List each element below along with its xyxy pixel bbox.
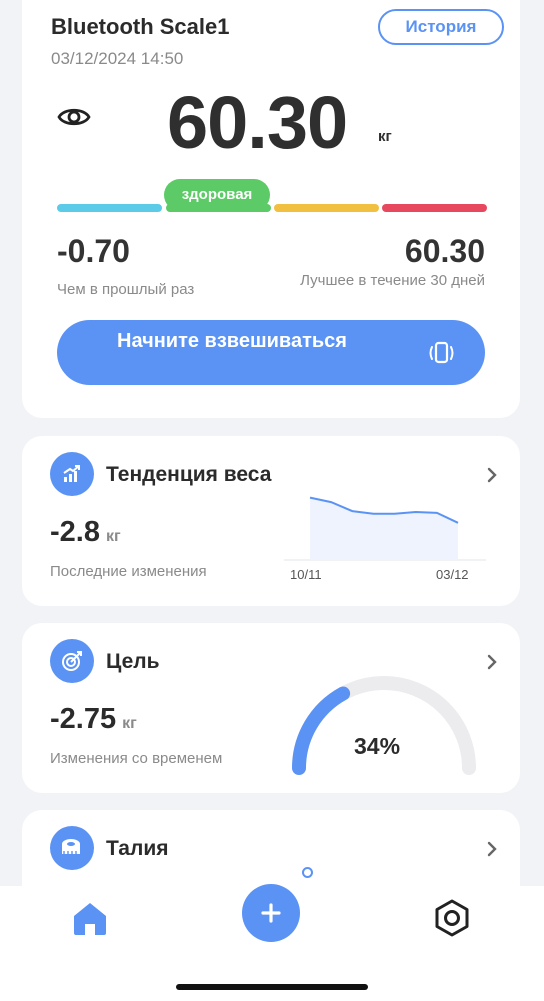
- best-value: 60.30: [404, 233, 485, 269]
- trend-x-end: 03/12: [436, 567, 469, 582]
- goal-title: Цель: [106, 650, 160, 673]
- weight-value: 60.30: [167, 81, 348, 164]
- goal-progress-gauge: [292, 676, 476, 775]
- device-name: Bluetooth Scale1: [51, 14, 230, 39]
- trend-x-start: 10/11: [290, 567, 322, 582]
- trend-value-unit: кг: [105, 528, 121, 545]
- settings-icon[interactable]: [432, 898, 472, 943]
- history-button[interactable]: История: [378, 9, 504, 45]
- trend-area: [310, 497, 458, 560]
- home-indicator: [176, 984, 368, 990]
- measurement-datetime: 03/12/2024 14:50: [51, 49, 184, 68]
- trend-chart-icon: [50, 452, 94, 496]
- weight-trend-card[interactable]: Тенденция веса -2.8 кг Последние изменени…: [22, 436, 520, 606]
- plus-icon: [261, 903, 281, 923]
- home-icon[interactable]: [71, 900, 109, 941]
- trend-value: -2.8 кг: [50, 516, 121, 549]
- status-badge: здоровая: [164, 179, 270, 211]
- start-weighing-label: Начните взвешиваться: [117, 330, 347, 352]
- eye-icon[interactable]: [57, 105, 91, 134]
- chevron-right-icon[interactable]: [486, 840, 498, 863]
- phone-vibrate-icon: [427, 339, 455, 372]
- scale-summary-card: Bluetooth Scale1 03/12/2024 14:50 Истори…: [22, 0, 520, 418]
- gauge-fill: [292, 686, 351, 775]
- bmi-bar-overweight: [274, 204, 379, 212]
- best-label: Лучшее в течение 30 дней: [300, 272, 485, 289]
- goal-value-number: -2.75: [50, 703, 117, 735]
- goal-value-unit: кг: [122, 715, 137, 732]
- trend-label: Последние изменения: [50, 563, 207, 580]
- notification-dot: [302, 867, 313, 878]
- goal-label: Изменения со временем: [50, 750, 223, 767]
- bmi-bar-obese: [382, 204, 487, 212]
- waist-title: Талия: [106, 837, 169, 860]
- goal-value: -2.75 кг: [50, 703, 137, 736]
- bottom-navigation: [0, 867, 544, 1001]
- diff-label: Чем в прошлый раз: [57, 281, 195, 298]
- goal-card[interactable]: Цель -2.75 кг Изменения со временем 34%: [22, 623, 520, 793]
- bmi-bar-underweight: [57, 204, 162, 212]
- start-weighing-button[interactable]: Начните взвешиваться: [57, 320, 485, 385]
- goal-progress-percent: 34%: [354, 733, 401, 759]
- tape-measure-icon: [50, 826, 94, 870]
- target-icon: [50, 639, 94, 683]
- trend-title: Тенденция веса: [106, 463, 272, 486]
- chevron-right-icon[interactable]: [486, 653, 498, 676]
- weight-unit: кг: [378, 128, 392, 145]
- diff-value: -0.70: [57, 233, 130, 269]
- add-button[interactable]: [242, 884, 300, 942]
- trend-value-number: -2.8: [50, 516, 100, 548]
